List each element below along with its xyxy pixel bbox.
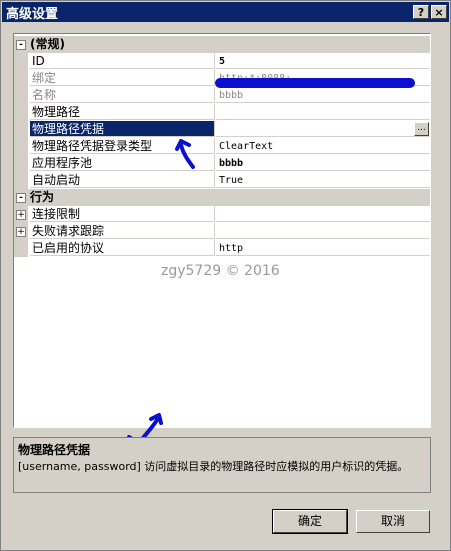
property-value[interactable]: [216, 223, 430, 239]
description-text: [username, password] 访问虚拟目录的物理路径时应模拟的用户标…: [18, 460, 409, 473]
property-name: 绑定: [30, 70, 215, 86]
description-title: 物理路径凭据: [18, 443, 91, 457]
category-general[interactable]: - (常规): [14, 36, 430, 53]
property-grid: - (常规) ID 5 绑定 http:*:8088: 名称 bbbb 物理路径…: [13, 33, 431, 428]
help-button[interactable]: ?: [413, 5, 429, 19]
property-value[interactable]: ClearText: [216, 138, 430, 154]
category-label: (常规): [30, 37, 65, 51]
property-row-connection-limits[interactable]: + 连接限制: [14, 206, 430, 223]
property-row-id[interactable]: ID 5: [14, 53, 430, 70]
property-row-enabled-protocols[interactable]: 已启用的协议 http: [14, 240, 430, 257]
watermark: zgy5729 © 2016: [161, 263, 280, 279]
expand-icon[interactable]: +: [16, 227, 26, 237]
property-name: 物理路径: [30, 104, 215, 120]
property-row-name[interactable]: 名称 bbbb: [14, 87, 430, 104]
annotation-arrow-up-icon: [175, 139, 195, 169]
property-name: 名称: [30, 87, 215, 103]
property-value[interactable]: [216, 104, 430, 120]
property-name: 已启用的协议: [30, 240, 215, 256]
ok-button[interactable]: 确定: [272, 509, 348, 534]
redaction-scribble: [215, 78, 415, 88]
property-row-physical-path-credentials[interactable]: 物理路径凭据 ...: [14, 121, 430, 138]
property-value[interactable]: 5: [216, 53, 430, 69]
property-value[interactable]: http: [216, 240, 430, 256]
property-row-auto-start[interactable]: 自动启动 True: [14, 172, 430, 189]
property-value[interactable]: [216, 121, 430, 137]
collapse-icon[interactable]: -: [16, 40, 26, 50]
cancel-button[interactable]: 取消: [356, 510, 430, 533]
property-value[interactable]: True: [216, 172, 430, 188]
category-label: 行为: [30, 190, 55, 204]
category-behavior[interactable]: - 行为: [14, 189, 430, 206]
property-row-logon-type[interactable]: 物理路径凭据登录类型 ClearText: [14, 138, 430, 155]
property-value[interactable]: bbbb: [216, 155, 430, 171]
property-name: 自动启动: [30, 172, 215, 188]
property-value[interactable]: bbbb: [216, 87, 430, 103]
close-button[interactable]: ×: [431, 5, 447, 19]
property-name: 连接限制: [30, 206, 215, 222]
property-row-app-pool[interactable]: 应用程序池 bbbb: [14, 155, 430, 172]
property-name: ID: [30, 53, 215, 69]
browse-button[interactable]: ...: [414, 122, 429, 136]
title-bar: 高级设置 ? ×: [2, 2, 449, 22]
property-row-failed-request-tracing[interactable]: + 失败请求跟踪: [14, 223, 430, 240]
property-name: 失败请求跟踪: [30, 223, 215, 239]
collapse-icon[interactable]: -: [16, 193, 26, 203]
advanced-settings-dialog: 高级设置 ? × - (常规) ID 5 绑定 http:*:8088: 名称 …: [0, 0, 451, 551]
property-row-physical-path[interactable]: 物理路径: [14, 104, 430, 121]
property-value[interactable]: [216, 206, 430, 222]
window-title: 高级设置: [6, 6, 59, 22]
expand-icon[interactable]: +: [16, 210, 26, 220]
description-panel: 物理路径凭据 [username, password] 访问虚拟目录的物理路径时…: [13, 437, 431, 493]
